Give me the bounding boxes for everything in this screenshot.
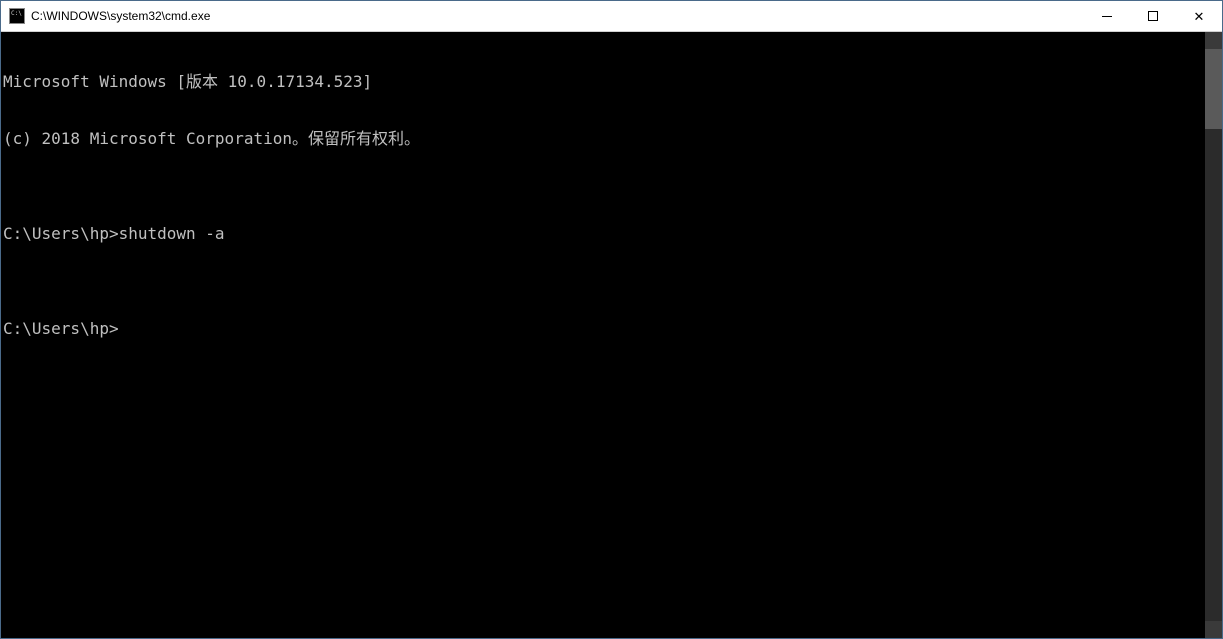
scrollbar-thumb[interactable] — [1205, 49, 1222, 129]
terminal-line: Microsoft Windows [版本 10.0.17134.523] — [3, 72, 1205, 91]
window-title: C:\WINDOWS\system32\cmd.exe — [31, 9, 1084, 23]
terminal-output[interactable]: Microsoft Windows [版本 10.0.17134.523] (c… — [1, 32, 1205, 638]
scrollbar-down-arrow[interactable] — [1205, 621, 1222, 638]
terminal-prompt: C:\Users\hp> — [3, 319, 1205, 338]
close-button[interactable]: ✕ — [1176, 1, 1222, 31]
terminal-line: C:\Users\hp>shutdown -a — [3, 224, 1205, 243]
close-icon: ✕ — [1194, 10, 1205, 23]
cmd-icon — [9, 8, 25, 24]
maximize-button[interactable] — [1130, 1, 1176, 31]
terminal-line: (c) 2018 Microsoft Corporation。保留所有权利。 — [3, 129, 1205, 148]
minimize-icon — [1102, 16, 1112, 17]
cmd-window: C:\WINDOWS\system32\cmd.exe ✕ Microsoft … — [0, 0, 1223, 639]
titlebar[interactable]: C:\WINDOWS\system32\cmd.exe ✕ — [1, 1, 1222, 32]
minimize-button[interactable] — [1084, 1, 1130, 31]
vertical-scrollbar[interactable] — [1205, 32, 1222, 638]
scrollbar-up-arrow[interactable] — [1205, 32, 1222, 49]
terminal-container: Microsoft Windows [版本 10.0.17134.523] (c… — [1, 32, 1222, 638]
window-controls: ✕ — [1084, 1, 1222, 31]
maximize-icon — [1148, 11, 1158, 21]
